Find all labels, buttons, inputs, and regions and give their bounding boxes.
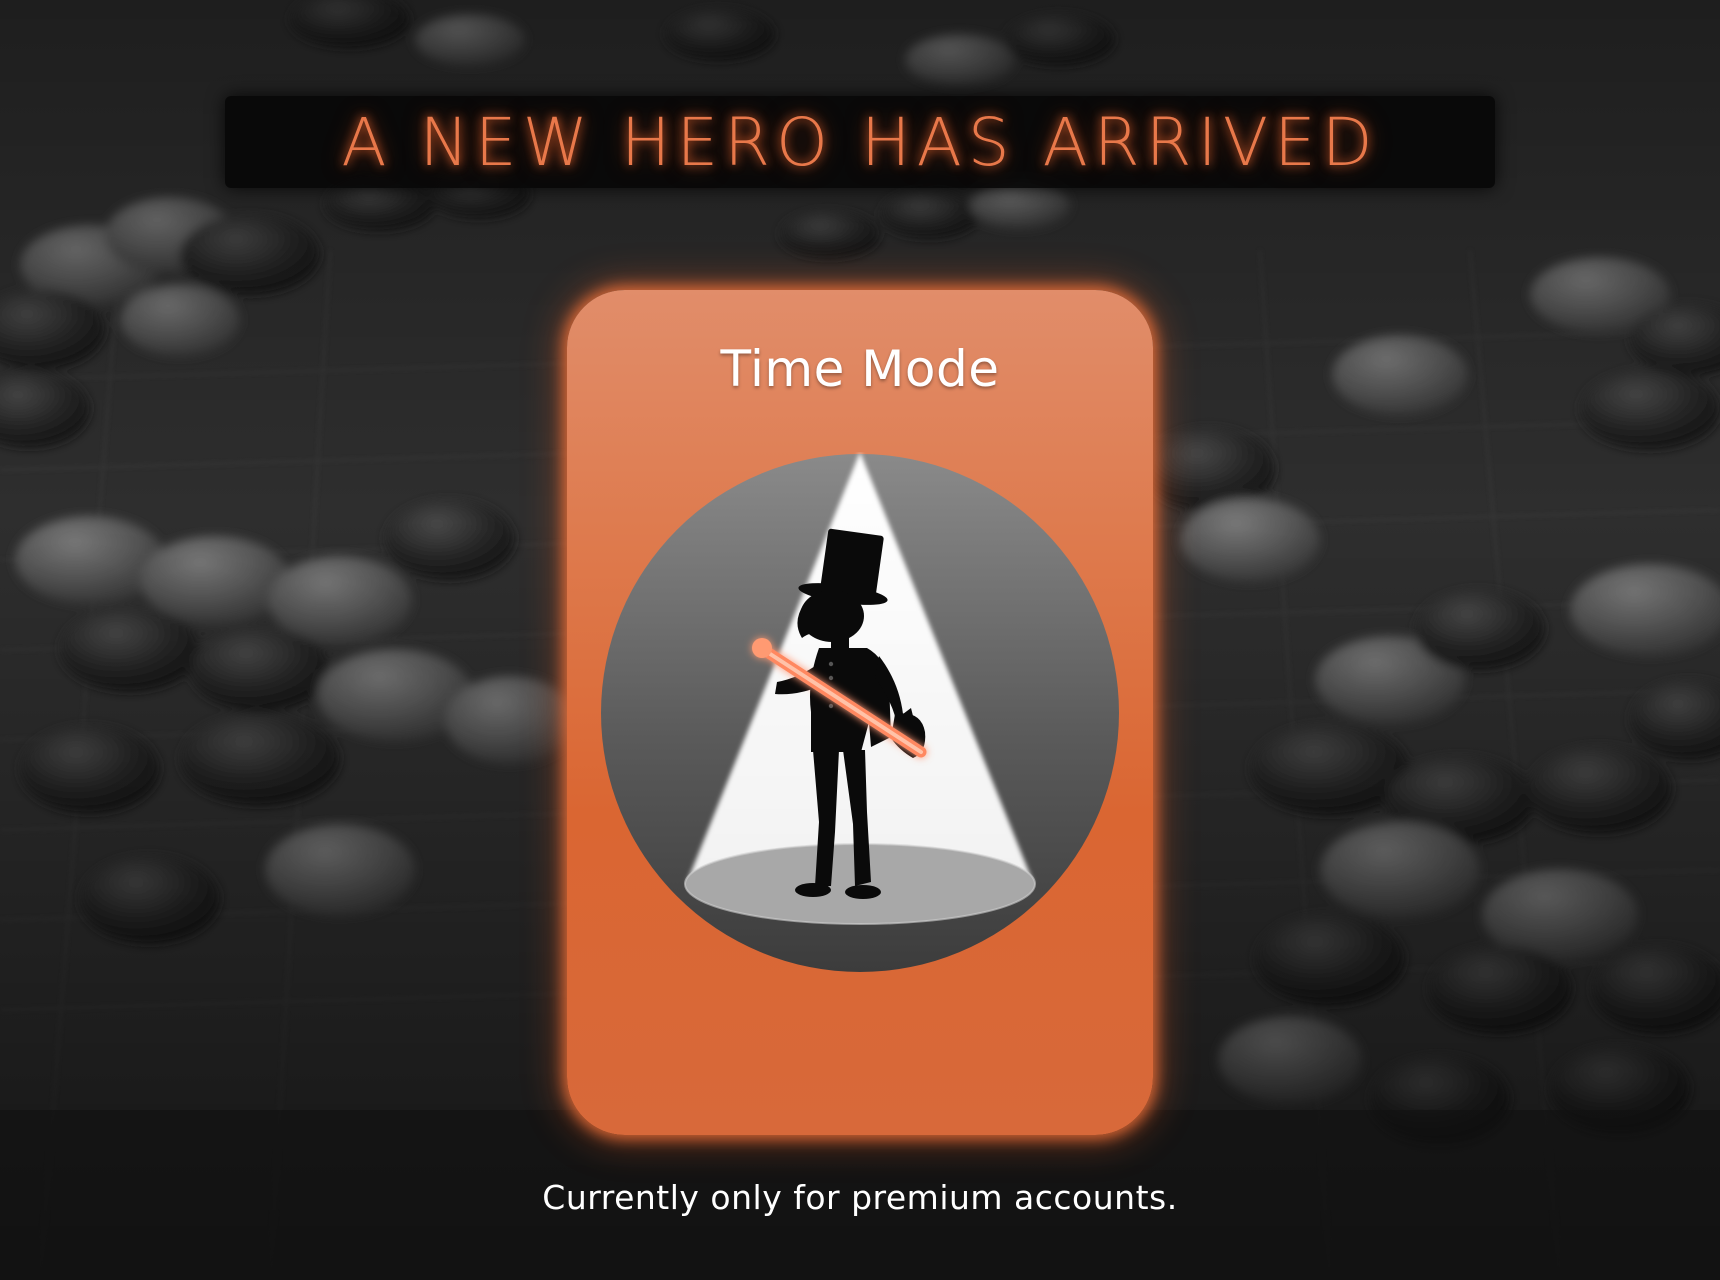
headline-banner: A NEW HERO HAS ARRIVED <box>225 96 1495 188</box>
headline-text: A NEW HERO HAS ARRIVED <box>341 103 1379 181</box>
hero-silhouette-icon <box>601 452 1119 972</box>
premium-notice-text: Currently only for premium accounts. <box>542 1178 1178 1217</box>
card-title: Time Mode <box>720 340 1000 398</box>
hero-unlock-screen: A NEW HERO HAS ARRIVED Time Mode Current… <box>0 0 1720 1280</box>
time-mode-hero-card[interactable]: Time Mode <box>567 290 1153 1135</box>
